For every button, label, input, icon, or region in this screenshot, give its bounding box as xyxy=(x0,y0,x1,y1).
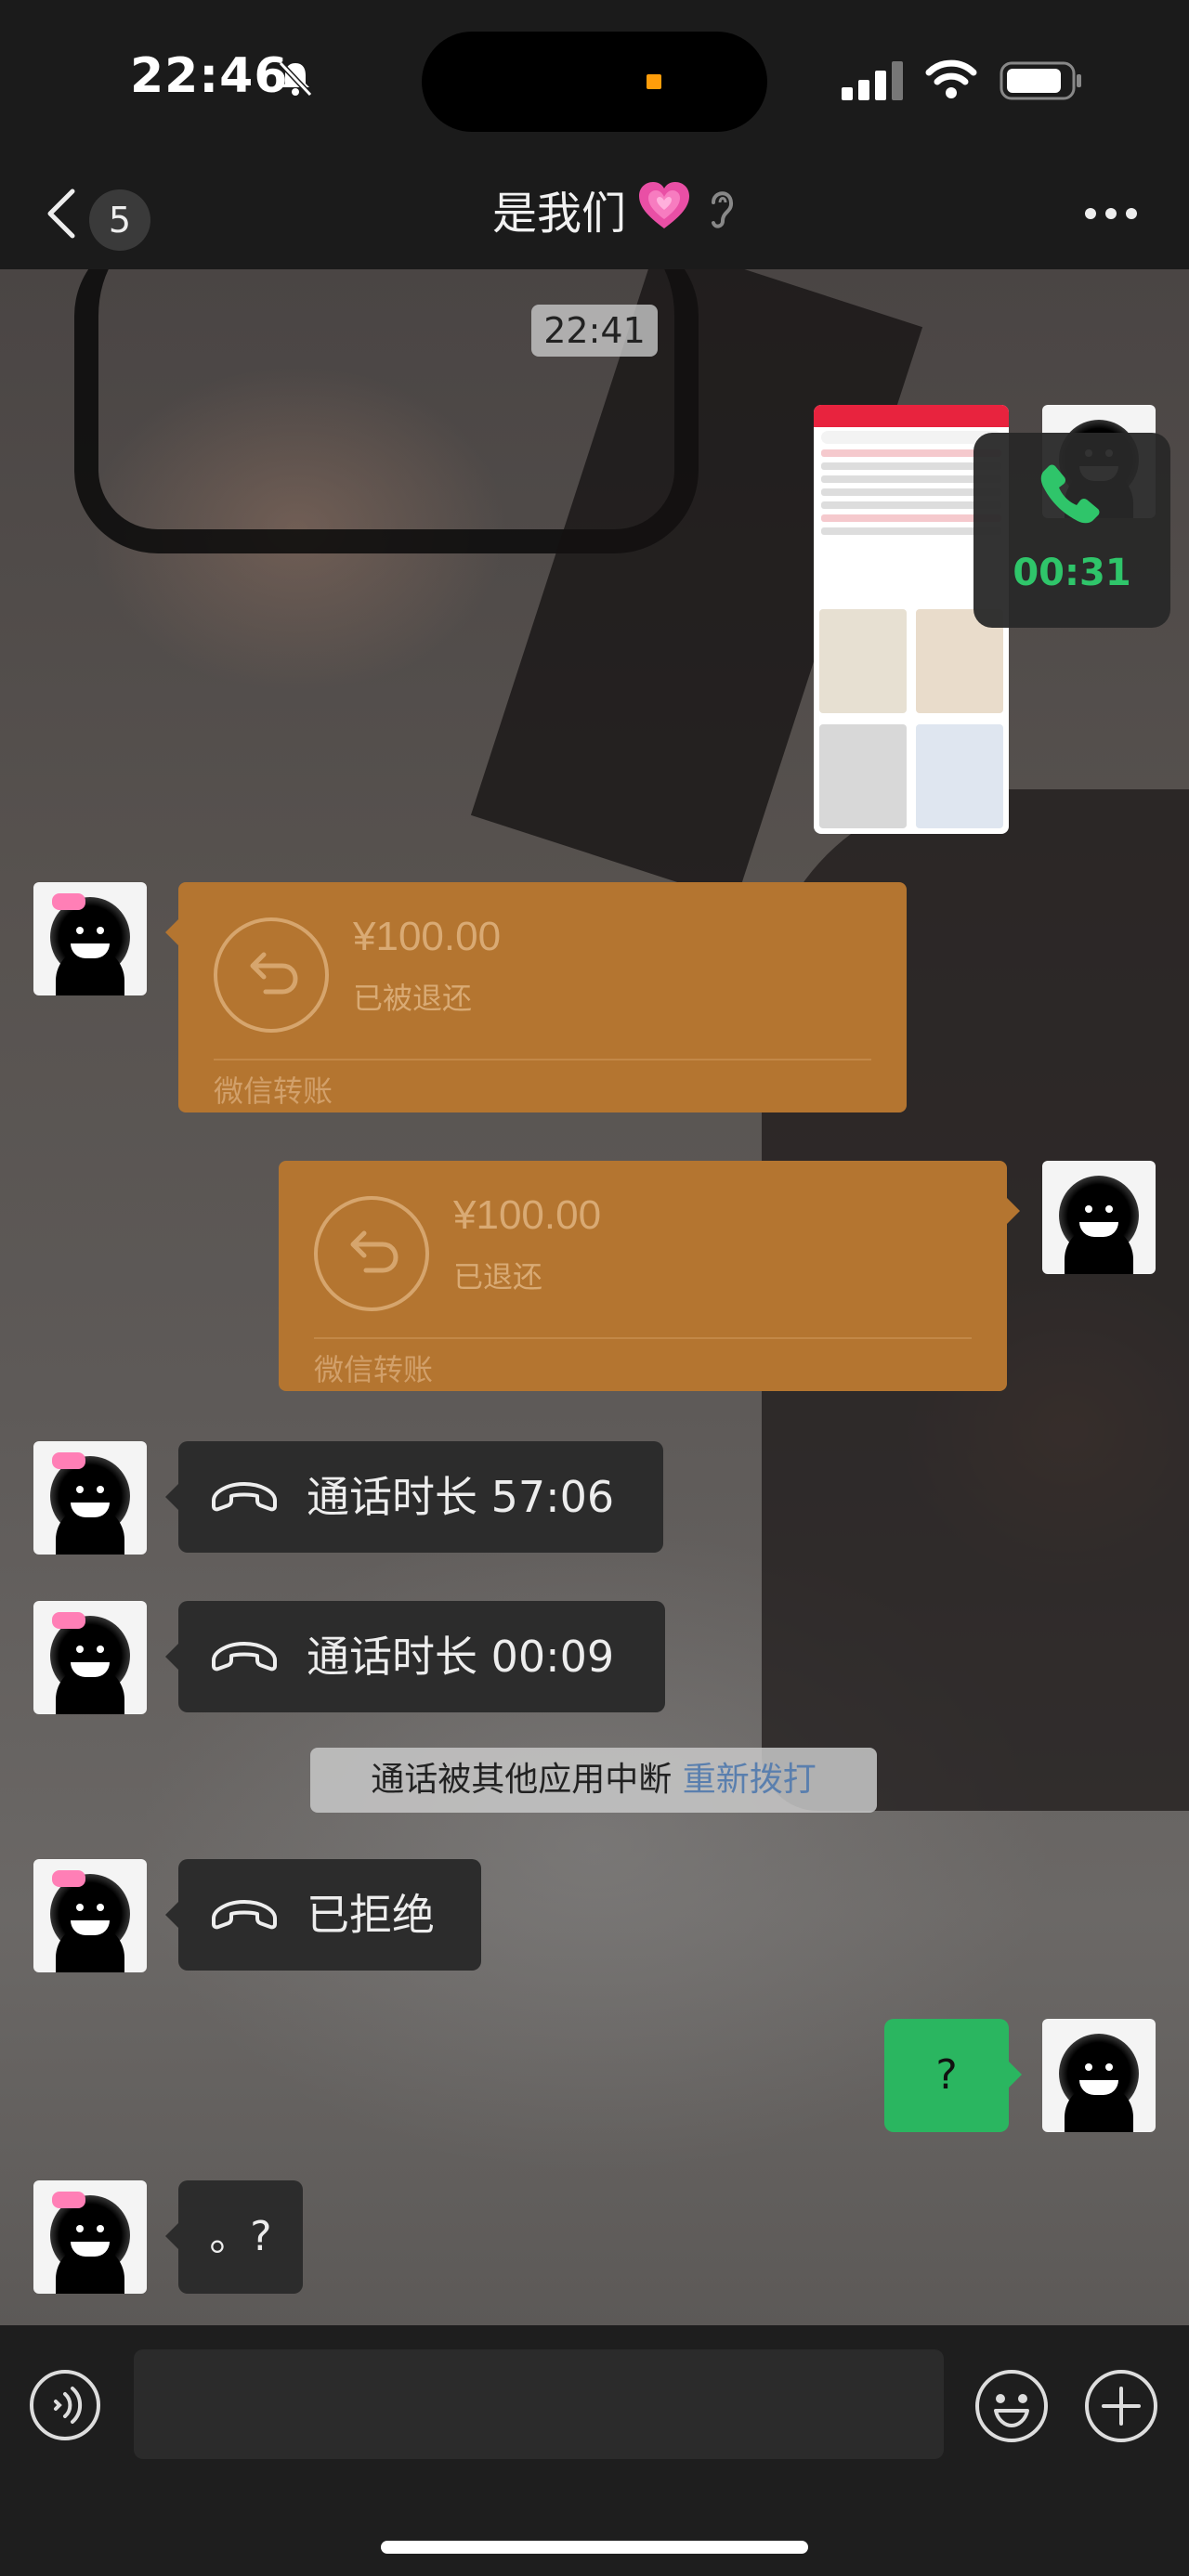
chat-message-list[interactable]: 22:41 00:31 ¥100.00 已被退还 微信转账 ¥100.00 已退… xyxy=(0,269,1189,2325)
chat-title: 是我们 xyxy=(492,188,627,240)
floating-call-window[interactable]: 00:31 xyxy=(973,433,1170,628)
bubble-tail xyxy=(1009,2062,1022,2088)
dynamic-island xyxy=(422,32,767,132)
avatar-art xyxy=(97,2225,104,2232)
friend-avatar[interactable] xyxy=(33,1601,147,1714)
my-avatar[interactable] xyxy=(1042,2019,1156,2132)
transfer-amount: ¥100.00 xyxy=(353,914,502,959)
bubble-tail xyxy=(165,919,178,945)
voice-input-icon[interactable] xyxy=(28,2368,102,2442)
avatar-art xyxy=(52,1452,85,1469)
input-toolbar xyxy=(0,2325,1189,2576)
unread-count-badge[interactable]: 5 xyxy=(89,189,150,251)
status-time: 22:46 xyxy=(130,48,289,104)
message-input[interactable] xyxy=(134,2349,944,2459)
transfer-label: 微信转账 xyxy=(214,1073,333,1109)
avatar-art xyxy=(52,1612,85,1629)
image-content xyxy=(916,724,1003,828)
bubble-tail xyxy=(165,2223,178,2249)
avatar-art xyxy=(76,927,84,934)
bubble-tail xyxy=(165,1644,178,1670)
avatar-art xyxy=(76,1904,84,1911)
avatar-art xyxy=(52,893,85,910)
call-record-message[interactable]: 已拒绝 xyxy=(165,1859,481,1971)
message-text: 。? xyxy=(209,2213,272,2260)
signal-icon xyxy=(842,61,903,100)
friend-avatar[interactable] xyxy=(33,1859,147,1972)
avatar-art xyxy=(1085,2063,1092,2071)
transfer-status: 已退还 xyxy=(453,1259,543,1295)
avatar-art xyxy=(97,927,104,934)
call-record-text: 通话时长 57:06 xyxy=(307,1472,615,1522)
bubble-tail xyxy=(1007,1198,1020,1224)
call-record-text: 通话时长 00:09 xyxy=(307,1632,615,1682)
image-content xyxy=(819,609,1003,832)
avatar-art xyxy=(1105,2063,1113,2071)
avatar-art xyxy=(52,1870,85,1887)
wechat-chat-screen: 22:46 5 是我们 22:41 00:31 ¥100.00 已被退还 微信转… xyxy=(0,0,1189,2576)
received-text-message[interactable]: 。? xyxy=(165,2180,303,2294)
redial-link[interactable]: 重新拨打 xyxy=(683,1761,817,1799)
emoji-icon[interactable] xyxy=(973,2368,1050,2444)
phone-hangup-icon xyxy=(212,1900,277,1930)
avatar-art xyxy=(76,1646,84,1653)
heart-icon xyxy=(639,182,689,228)
friend-avatar[interactable] xyxy=(33,2180,147,2294)
ear-icon xyxy=(712,191,734,228)
message-text: ? xyxy=(935,2051,958,2099)
divider xyxy=(314,1337,972,1339)
friend-avatar[interactable] xyxy=(33,882,147,995)
system-notice: 通话被其他应用中断 重新拨打 xyxy=(310,1748,877,1813)
call-record-text: 已拒绝 xyxy=(307,1890,435,1940)
refund-arrow-icon xyxy=(350,1230,399,1273)
transfer-amount: ¥100.00 xyxy=(453,1192,602,1238)
status-bar: 22:46 xyxy=(0,0,1189,158)
avatar-art xyxy=(1085,1205,1092,1213)
refund-icon xyxy=(214,917,329,1033)
call-record-message[interactable]: 通话时长 00:09 xyxy=(165,1601,665,1712)
chat-header: 5 是我们 xyxy=(0,158,1189,269)
phone-icon xyxy=(1040,464,1100,524)
my-avatar[interactable] xyxy=(1042,1161,1156,1274)
more-icon[interactable] xyxy=(1083,204,1139,223)
sent-text-message[interactable]: ? xyxy=(884,2019,1022,2132)
phone-hangup-icon xyxy=(212,1482,277,1512)
avatar-art xyxy=(76,2225,84,2232)
call-duration-label: 00:31 xyxy=(1013,552,1131,594)
avatar-art xyxy=(1105,1205,1113,1213)
phone-hangup-icon xyxy=(212,1642,277,1672)
plus-icon[interactable] xyxy=(1083,2368,1159,2444)
transfer-label: 微信转账 xyxy=(314,1352,434,1387)
refund-arrow-icon xyxy=(250,952,298,995)
avatar-art xyxy=(52,2192,85,2208)
recording-indicator-icon xyxy=(647,74,661,89)
battery-icon xyxy=(1000,61,1081,100)
transfer-message-sent[interactable]: ¥100.00 已退还 微信转账 xyxy=(279,1161,1020,1391)
image-content xyxy=(821,431,1001,444)
system-notice-text: 通话被其他应用中断 xyxy=(371,1761,673,1799)
call-record-message[interactable]: 通话时长 57:06 xyxy=(165,1441,663,1553)
refund-icon xyxy=(314,1196,429,1311)
bubble-tail xyxy=(165,1484,178,1510)
avatar-art xyxy=(76,1486,84,1493)
transfer-message-received[interactable]: ¥100.00 已被退还 微信转账 xyxy=(165,882,907,1112)
avatar-art xyxy=(97,1646,104,1653)
back-chevron-icon[interactable] xyxy=(37,186,93,241)
bubble-tail xyxy=(165,1902,178,1928)
friend-avatar[interactable] xyxy=(33,1441,147,1555)
divider xyxy=(214,1059,871,1060)
transfer-status: 已被退还 xyxy=(353,981,473,1016)
image-content xyxy=(814,405,1009,427)
image-content xyxy=(819,609,907,713)
avatar-art xyxy=(97,1486,104,1493)
wifi-icon xyxy=(925,59,977,98)
message-timestamp: 22:41 xyxy=(531,305,658,357)
avatar-art xyxy=(97,1904,104,1911)
image-content xyxy=(819,724,907,828)
home-indicator[interactable] xyxy=(381,2541,808,2554)
bell-muted-icon xyxy=(278,60,313,98)
